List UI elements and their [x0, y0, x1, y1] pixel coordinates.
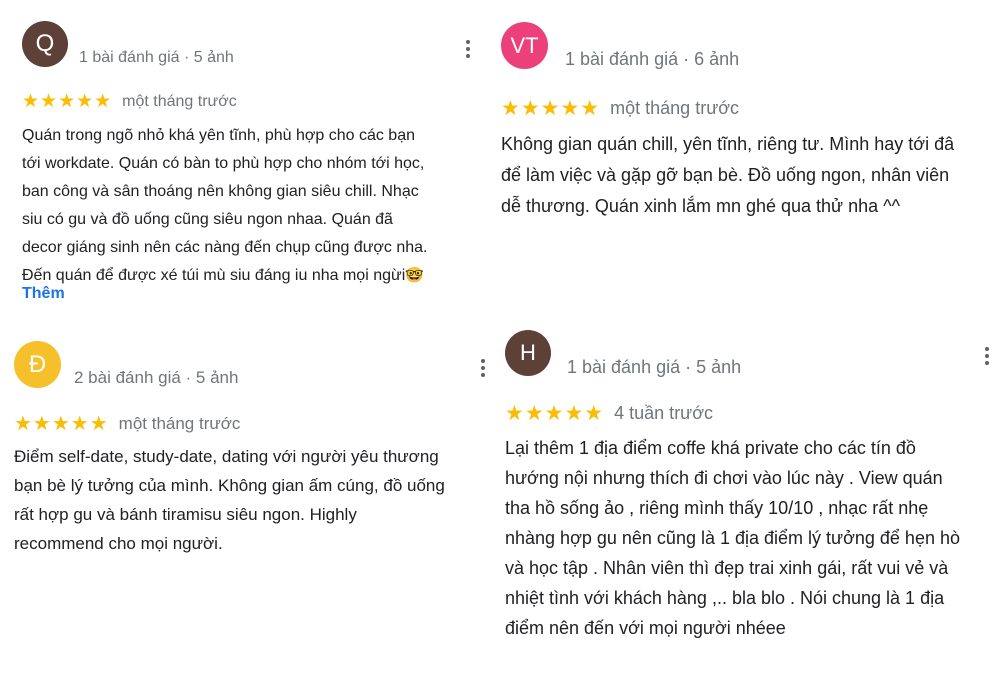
rating-row: ★★★★★ 4 tuần trước [505, 401, 713, 426]
avatar[interactable]: Đ [14, 341, 61, 388]
avatar-initials: Q [35, 30, 55, 57]
rating-row: ★★★★★ một tháng trước [22, 90, 237, 113]
review-text: Quán trong ngõ nhỏ khá yên tĩnh, phù hợp… [22, 122, 482, 290]
more-link[interactable]: Thêm [22, 285, 65, 303]
emoji: 🤓 [405, 267, 424, 284]
reviewer-stats: 1 bài đánh giá · 6 ảnh [565, 49, 740, 69]
star-rating: ★★★★★ [22, 91, 113, 112]
reviewer-stats: 1 bài đánh giá · 5 ảnh [567, 357, 742, 377]
avatar-initials: Đ [28, 350, 47, 378]
star-rating: ★★★★★ [505, 402, 605, 425]
more-options-icon[interactable] [466, 40, 470, 58]
review-date: một tháng trước [610, 98, 740, 118]
avatar[interactable]: Q [22, 21, 68, 67]
avatar-initials: VT [510, 32, 539, 58]
star-rating: ★★★★★ [14, 413, 109, 435]
more-options-icon[interactable] [985, 347, 989, 365]
review-text-content: Quán trong ngõ nhỏ khá yên tĩnh, phù hợp… [22, 127, 428, 284]
rating-row: ★★★★★ một tháng trước [14, 411, 240, 436]
more-options-icon[interactable] [481, 359, 485, 377]
review-date: 4 tuần trước [614, 403, 714, 423]
review-date: một tháng trước [122, 92, 237, 110]
avatar[interactable]: VT [501, 22, 548, 69]
avatar-initials: H [520, 340, 536, 365]
review-text: Điểm self-date, study-date, dating với n… [14, 447, 445, 553]
review-text: Không gian quán chill, yên tĩnh, riêng t… [501, 134, 955, 216]
star-rating: ★★★★★ [501, 97, 601, 120]
review-text: Lại thêm 1 địa điểm coffe khá private ch… [505, 438, 960, 638]
review-date: một tháng trước [118, 413, 241, 433]
rating-row: ★★★★★ một tháng trước [501, 96, 739, 121]
avatar[interactable]: H [505, 330, 551, 376]
reviewer-stats: 2 bài đánh giá · 5 ảnh [74, 368, 239, 387]
reviewer-stats: 1 bài đánh giá · 5 ảnh [79, 49, 234, 66]
